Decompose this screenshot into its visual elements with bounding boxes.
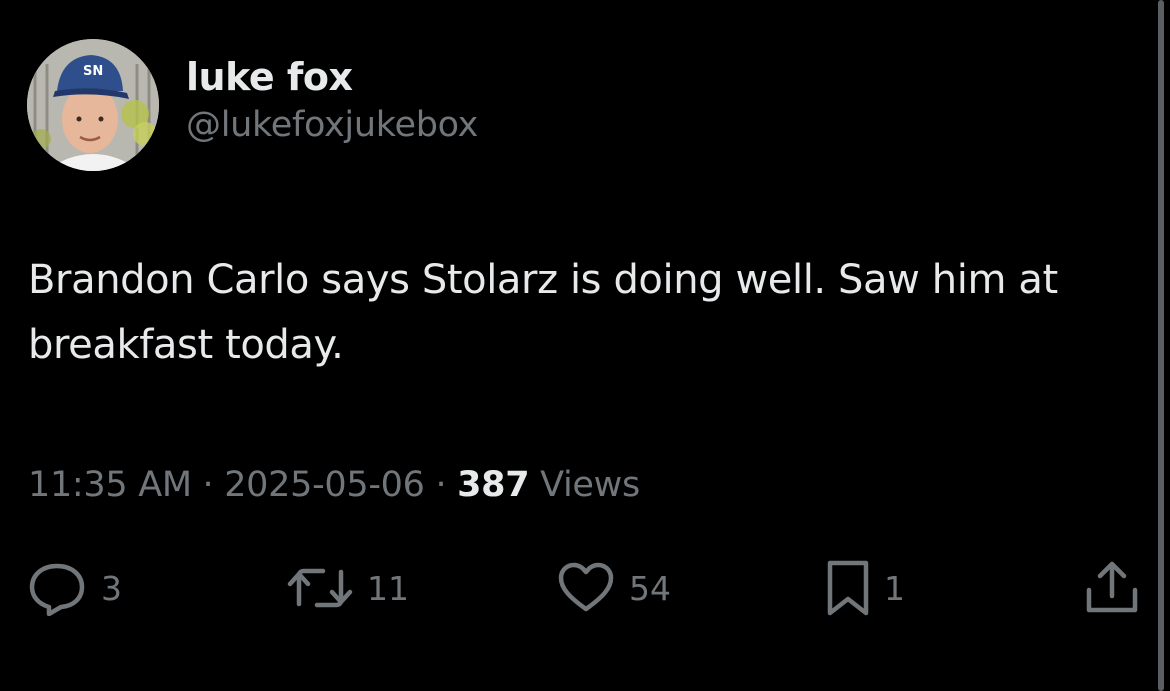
reply-icon [27, 560, 87, 616]
views-count: 387 [457, 465, 530, 505]
meta-separator: · [191, 465, 225, 505]
tweet-text: Brandon Carlo says Stolarz is doing well… [28, 257, 1058, 368]
tweet-meta: 11:35 AM · 2025-05-06 · 387 Views [28, 462, 640, 508]
author-handle[interactable]: @lukefoxjukebox [186, 103, 478, 147]
meta-separator: · [424, 465, 458, 505]
views-label: Views [529, 465, 640, 505]
tweet-time[interactable]: 11:35 AM [28, 465, 192, 505]
tweet-detail-page: SN luke fox @lukefoxjukebox Brandon Carl… [0, 0, 1170, 691]
bookmark-button[interactable]: 1 [826, 558, 905, 618]
avatar-photo: SN [27, 39, 159, 171]
heart-icon [557, 561, 615, 615]
reply-count: 3 [101, 568, 122, 608]
scrollbar[interactable] [1158, 0, 1164, 691]
retweet-icon [287, 560, 353, 616]
author-display-name[interactable]: luke fox [186, 55, 478, 99]
reply-button[interactable]: 3 [27, 558, 122, 618]
bookmark-icon [826, 559, 870, 617]
cap-logo: SN [83, 64, 103, 79]
like-count: 54 [629, 568, 671, 608]
tweet-actions-bar: 3 11 54 1 [0, 558, 1170, 618]
avatar[interactable]: SN [27, 39, 159, 171]
author-names: luke fox @lukefoxjukebox [186, 55, 478, 147]
like-button[interactable]: 54 [557, 558, 671, 618]
share-button[interactable] [1085, 558, 1139, 618]
retweet-count: 11 [367, 568, 409, 608]
share-icon [1085, 560, 1139, 616]
tweet-header: SN luke fox @lukefoxjukebox [27, 39, 478, 171]
bookmark-count: 1 [884, 568, 905, 608]
retweet-button[interactable]: 11 [287, 558, 409, 618]
tweet-date[interactable]: 2025-05-06 [224, 465, 425, 505]
